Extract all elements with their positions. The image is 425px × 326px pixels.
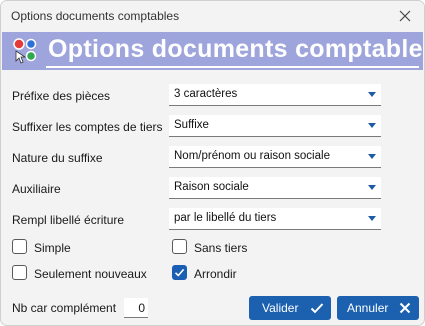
auxiliary-label: Auxiliaire <box>12 182 61 196</box>
entry-label-label: Rempl libellé écriture <box>12 213 125 227</box>
options-dots-icon <box>10 37 40 65</box>
nb-car-label: Nb car complément <box>12 301 117 315</box>
suffix-nature-select-value: Nom/prénom ou raison sociale <box>174 150 330 162</box>
chevron-down-icon <box>368 154 376 159</box>
valider-button-label: Valider <box>262 301 299 315</box>
chevron-down-icon <box>368 92 376 97</box>
nb-car-input[interactable]: 0 <box>124 298 148 318</box>
chevron-down-icon <box>368 185 376 190</box>
header-banner: Options documents comptables <box>2 32 425 70</box>
arrondir-checkbox-label[interactable]: Arrondir <box>194 267 237 281</box>
suffix-nature-label: Nature du suffixe <box>12 151 103 165</box>
annuler-button[interactable]: Annuler <box>337 296 419 320</box>
suffix-accounts-select[interactable]: Suffixe <box>169 115 381 137</box>
entry-label-select-value: par le libellé du tiers <box>174 212 277 224</box>
sans-tiers-checkbox-label[interactable]: Sans tiers <box>194 241 247 255</box>
arrondir-checkbox[interactable] <box>172 265 187 280</box>
suffix-accounts-label: Suffixer les comptes de tiers <box>12 120 163 134</box>
suffix-nature-select[interactable]: Nom/prénom ou raison sociale <box>169 146 381 168</box>
seulement-nouveaux-checkbox-label[interactable]: Seulement nouveaux <box>34 267 147 281</box>
prefix-select[interactable]: 3 caractères <box>169 84 381 106</box>
prefix-select-value: 3 caractères <box>174 88 238 100</box>
auxiliary-select-value: Raison sociale <box>174 181 249 193</box>
title-bar: Options documents comptables <box>1 1 424 32</box>
chevron-down-icon <box>368 216 376 221</box>
prefix-label: Préfixe des pièces <box>12 89 111 103</box>
banner-underline <box>46 66 419 68</box>
banner-title: Options documents comptables <box>48 35 425 63</box>
check-icon <box>310 303 324 314</box>
close-icon[interactable] <box>395 6 415 26</box>
auxiliary-select[interactable]: Raison sociale <box>169 177 381 199</box>
window-title: Options documents comptables <box>11 9 180 23</box>
valider-button[interactable]: Valider <box>249 296 331 320</box>
simple-checkbox-label[interactable]: Simple <box>34 241 71 255</box>
options-dialog: Options documents comptables Options doc… <box>0 0 425 326</box>
chevron-down-icon <box>368 123 376 128</box>
simple-checkbox[interactable] <box>12 239 27 254</box>
seulement-nouveaux-checkbox[interactable] <box>12 265 27 280</box>
suffix-accounts-select-value: Suffixe <box>174 119 209 131</box>
annuler-button-label: Annuler <box>347 301 389 315</box>
close-icon <box>399 302 411 314</box>
sans-tiers-checkbox[interactable] <box>172 239 187 254</box>
entry-label-select[interactable]: par le libellé du tiers <box>169 208 381 230</box>
checkmark-icon <box>174 268 185 277</box>
